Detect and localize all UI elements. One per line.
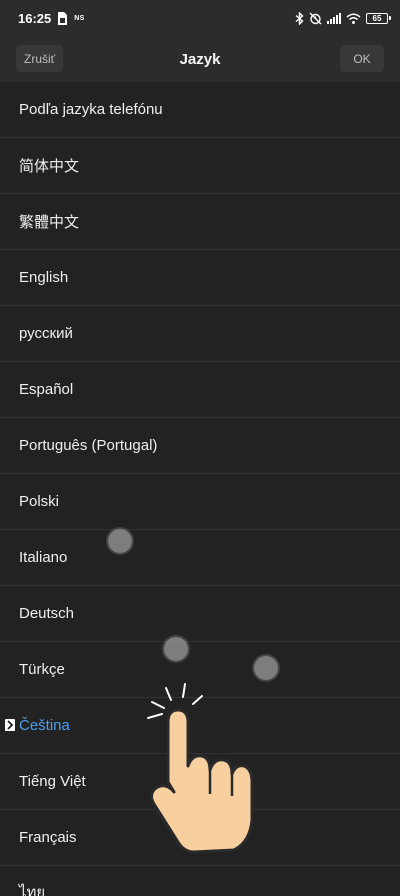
alarm-off-icon [309,12,322,25]
language-label: Italiano [19,549,68,566]
language-row-polish[interactable]: Polski [0,474,400,530]
battery-icon: 65 [366,12,391,24]
status-ns-label: NS [74,14,85,22]
language-row-phone-default[interactable]: Podľa jazyka telefónu [0,82,400,138]
language-label: Español [19,381,74,398]
status-right: 65 [295,11,391,25]
language-row-portuguese[interactable]: Português (Portugal) [0,418,400,474]
language-label: English [19,269,69,286]
language-label: Deutsch [19,605,75,622]
language-row-simplified-chinese[interactable]: 简体中文 [0,138,400,194]
touch-indicator-dot [254,656,278,680]
sim-card-icon [57,11,68,25]
touch-indicator-dot [108,529,132,553]
page-title: Jazyk [179,50,221,68]
ok-button[interactable]: OK [340,45,384,72]
language-row-german[interactable]: Deutsch [0,586,400,642]
status-time: 16:25 [18,10,52,26]
language-label: 简体中文 [19,158,80,175]
language-label: 繁體中文 [19,214,80,231]
language-label: ไทย [19,884,46,896]
status-bar: 16:25 NS 65 [0,0,400,36]
cancel-button[interactable]: Zrušiť [16,45,64,72]
language-label: Français [19,829,77,846]
tap-hand-icon [140,682,270,867]
language-label: Tiếng Việt [19,773,86,790]
wifi-icon [346,13,361,24]
language-row-russian[interactable]: русский [0,306,400,362]
language-label: Türkçe [19,661,65,678]
touch-indicator-dot [164,637,188,661]
language-row-traditional-chinese[interactable]: 繁體中文 [0,194,400,250]
language-label: Podľa jazyka telefónu [19,101,163,118]
bluetooth-icon [295,11,304,25]
language-label: Polski [19,493,60,510]
language-label: русский [19,325,73,342]
language-row-spanish[interactable]: Español [0,362,400,418]
language-row-italian[interactable]: Italiano [0,530,400,586]
language-label: Čeština [19,717,70,734]
selected-arrow-icon [5,719,15,731]
language-label: Português (Portugal) [19,437,158,454]
language-row-english[interactable]: English [0,250,400,306]
header-bar: Zrušiť Jazyk OK [0,36,400,82]
status-left: 16:25 NS [18,11,85,26]
signal-icon [327,12,341,24]
language-row-thai[interactable]: ไทย [0,866,400,896]
